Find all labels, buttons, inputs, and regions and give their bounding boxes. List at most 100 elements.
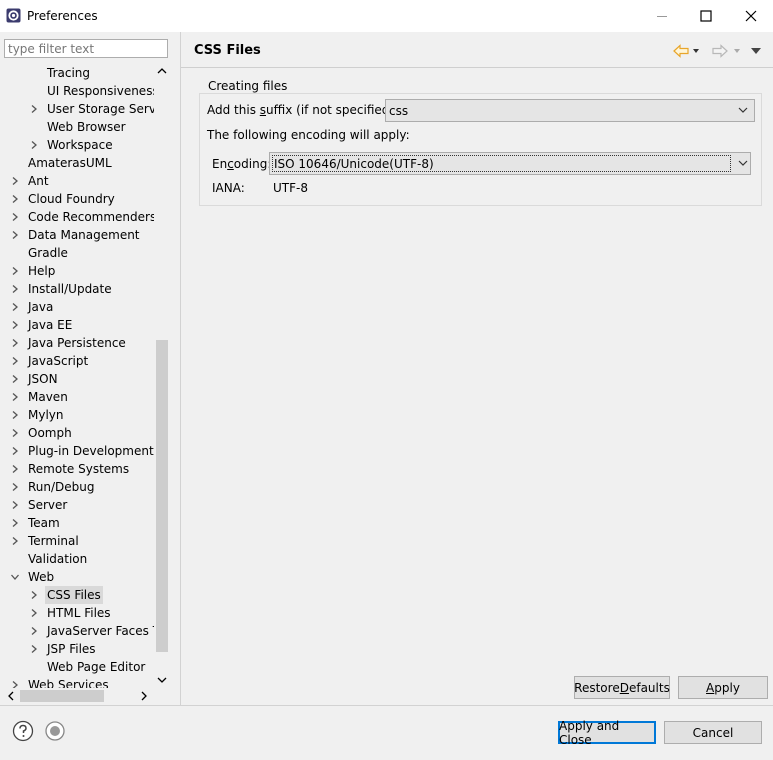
tree-item[interactable]: Validation [0, 550, 154, 568]
tree-item[interactable]: Cloud Foundry [0, 190, 154, 208]
tree-item[interactable]: Data Management [0, 226, 154, 244]
collapsed-chevron-icon[interactable] [8, 262, 22, 280]
tree-item[interactable]: Team [0, 514, 154, 532]
tree-item-label: Mylyn [28, 408, 64, 422]
collapsed-chevron-icon[interactable] [8, 406, 22, 424]
tree-item[interactable]: Maven [0, 388, 154, 406]
tree-item[interactable]: Ant [0, 172, 154, 190]
tree-item[interactable]: Install/Update [0, 280, 154, 298]
tree-item[interactable]: AmaterasUML [0, 154, 154, 172]
record-macro-icon[interactable] [44, 720, 66, 742]
collapsed-chevron-icon[interactable] [8, 226, 22, 244]
scroll-down-icon[interactable] [156, 675, 168, 685]
suffix-label: Add this suffix (if not specified): [207, 103, 399, 117]
tree-item[interactable]: Mylyn [0, 406, 154, 424]
collapsed-chevron-icon[interactable] [8, 172, 22, 190]
collapsed-chevron-icon[interactable] [8, 478, 22, 496]
collapsed-chevron-icon[interactable] [8, 190, 22, 208]
tree-item-label: Java EE [28, 318, 73, 332]
chevron-down-icon[interactable] [737, 104, 749, 116]
tree-item-label: Oomph [28, 426, 72, 440]
filter-input[interactable] [4, 39, 168, 58]
collapsed-chevron-icon[interactable] [8, 676, 22, 688]
scroll-left-icon[interactable] [6, 690, 16, 702]
iana-value: UTF-8 [273, 181, 308, 195]
tree-item[interactable]: Web [0, 568, 154, 586]
scroll-right-icon[interactable] [139, 690, 149, 702]
tree-item[interactable]: Web Services [0, 676, 154, 688]
collapsed-chevron-icon[interactable] [8, 370, 22, 388]
forward-arrow-icon[interactable] [712, 44, 728, 58]
tree-item[interactable]: Remote Systems [0, 460, 154, 478]
help-icon[interactable] [12, 720, 34, 742]
back-dropdown-icon[interactable] [691, 46, 701, 56]
tree-item[interactable]: Code Recommenders [0, 208, 154, 226]
scroll-up-icon[interactable] [156, 66, 168, 76]
tree-item[interactable]: Gradle [0, 244, 154, 262]
tree-item[interactable]: Web Page Editor [0, 658, 154, 676]
tree-item[interactable]: JavaScript [0, 352, 154, 370]
tree-item[interactable]: Tracing [0, 64, 154, 82]
collapsed-chevron-icon[interactable] [8, 316, 22, 334]
tree-item[interactable]: Server [0, 496, 154, 514]
cancel-button[interactable]: Cancel [664, 721, 762, 744]
collapsed-chevron-icon[interactable] [8, 208, 22, 226]
collapsed-chevron-icon[interactable] [8, 334, 22, 352]
close-button[interactable] [728, 0, 773, 32]
split-sash[interactable] [180, 32, 181, 705]
tree-item[interactable]: Oomph [0, 424, 154, 442]
tree-item-label: Ant [28, 174, 49, 188]
tree-item-label: Web Page Editor [47, 660, 146, 674]
apply-button[interactable]: Apply [678, 676, 768, 699]
collapsed-chevron-icon[interactable] [8, 532, 22, 550]
back-arrow-icon[interactable] [673, 44, 689, 58]
tree-item[interactable]: UI Responsiveness M [0, 82, 154, 100]
tree-item[interactable]: Plug-in Development [0, 442, 154, 460]
collapsed-chevron-icon[interactable] [8, 496, 22, 514]
tree-item[interactable]: CSS Files [0, 586, 154, 604]
group-label: Creating files [205, 79, 291, 93]
restore-defaults-button[interactable]: Restore Defaults [574, 676, 670, 699]
collapsed-chevron-icon[interactable] [8, 514, 22, 532]
tree-item[interactable]: JavaServer Faces To [0, 622, 154, 640]
tree-item[interactable]: JSP Files [0, 640, 154, 658]
tree-item-label: Web Services [28, 678, 109, 688]
view-menu-icon[interactable] [750, 46, 762, 56]
collapsed-chevron-icon[interactable] [27, 604, 41, 622]
chevron-down-icon[interactable] [737, 157, 749, 169]
tree-horizontal-scroll-thumb[interactable] [20, 690, 104, 702]
tree-item-label: JSP Files [47, 642, 96, 656]
collapsed-chevron-icon[interactable] [27, 136, 41, 154]
tree-item[interactable]: Java Persistence [0, 334, 154, 352]
collapsed-chevron-icon[interactable] [8, 280, 22, 298]
collapsed-chevron-icon[interactable] [8, 424, 22, 442]
tree-item[interactable]: Java [0, 298, 154, 316]
collapsed-chevron-icon[interactable] [27, 622, 41, 640]
tree-item[interactable]: Terminal [0, 532, 154, 550]
tree-item[interactable]: Web Browser [0, 118, 154, 136]
tree-item[interactable]: HTML Files [0, 604, 154, 622]
maximize-button[interactable] [683, 0, 729, 32]
tree-item[interactable]: JSON [0, 370, 154, 388]
tree-vertical-scroll-thumb[interactable] [156, 340, 168, 652]
tree-item[interactable]: Help [0, 262, 154, 280]
collapsed-chevron-icon[interactable] [8, 388, 22, 406]
tree-item-label: Workspace [47, 138, 113, 152]
collapsed-chevron-icon[interactable] [27, 640, 41, 658]
collapsed-chevron-icon[interactable] [8, 442, 22, 460]
collapsed-chevron-icon[interactable] [8, 298, 22, 316]
tree-item[interactable]: Java EE [0, 316, 154, 334]
tree-item[interactable]: User Storage Servic [0, 100, 154, 118]
tree-item[interactable]: Run/Debug [0, 478, 154, 496]
collapsed-chevron-icon[interactable] [27, 586, 41, 604]
expanded-chevron-icon[interactable] [8, 568, 22, 586]
tree-item-label: Web [28, 570, 55, 584]
forward-dropdown-icon[interactable] [732, 46, 742, 56]
collapsed-chevron-icon[interactable] [27, 100, 41, 118]
minimize-button[interactable] [639, 0, 685, 32]
tree-item[interactable]: Workspace [0, 136, 154, 154]
suffix-combo[interactable] [385, 99, 755, 122]
apply-and-close-button[interactable]: Apply and Close [558, 719, 656, 747]
collapsed-chevron-icon[interactable] [8, 460, 22, 478]
collapsed-chevron-icon[interactable] [8, 352, 22, 370]
